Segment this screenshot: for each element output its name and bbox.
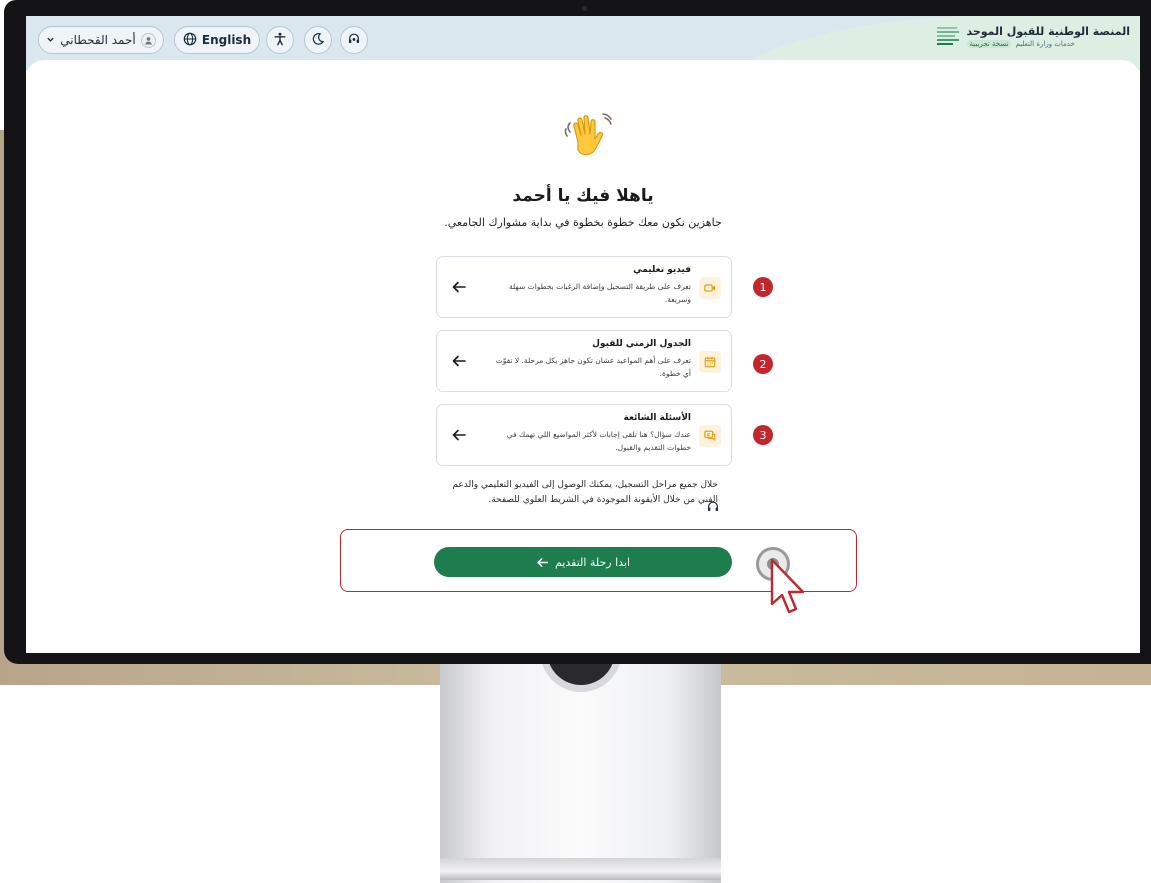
calendar-icon	[699, 351, 721, 373]
platform-subtitle: خدمات وزارة التعليم	[1015, 40, 1075, 48]
step-card-timeline[interactable]: الجدول الزمني للقبول تعرف على أهم المواع…	[436, 330, 732, 392]
welcome-title: ياهلا فيك يا أحمد	[512, 186, 654, 206]
step-description: تعرف على طريقة التسجيل وإضافة الرغبات بخ…	[509, 282, 691, 304]
language-toggle-button[interactable]: English	[174, 26, 260, 54]
platform-brand[interactable]: المنصة الوطنية للقبول الموحد خدمات وزارة…	[935, 25, 1131, 49]
step-title: فيديو تعليمي	[633, 265, 691, 275]
headset-icon	[707, 501, 719, 511]
step-description: تعرف على أهم المواعيد عشان تكون جاهز بكل…	[495, 356, 691, 378]
accessibility-button[interactable]	[266, 26, 294, 54]
user-name: أحمد القحطاني	[60, 33, 136, 47]
step-description: عندك سؤال؟ هنا تلقى إجابات لأكثر المواضي…	[506, 430, 691, 452]
user-avatar-icon	[140, 32, 156, 48]
support-button[interactable]	[340, 26, 368, 54]
help-note: خلال جميع مراحل التسجيل، يمكنك الوصول إل…	[452, 480, 718, 505]
screen: المنصة الوطنية للقبول الموحد خدمات وزارة…	[26, 16, 1140, 653]
platform-title: المنصة الوطنية للقبول الموحد	[966, 25, 1131, 38]
step-number-badge: 1	[753, 277, 773, 297]
chat-icon	[699, 425, 721, 447]
moon-icon	[311, 32, 325, 49]
arrow-left-icon	[452, 355, 466, 367]
waving-hand-icon	[564, 113, 612, 156]
arrow-left-icon	[452, 281, 466, 293]
language-label: English	[201, 33, 252, 47]
welcome-subtitle: جاهزين نكون معك خطوة بخطوة في بداية مشوا…	[444, 216, 722, 229]
headset-icon	[347, 32, 361, 49]
content-top-edge	[26, 60, 1140, 70]
accessibility-icon	[273, 32, 287, 49]
arrow-left-icon	[452, 429, 466, 441]
globe-icon	[183, 32, 197, 49]
step-card-video[interactable]: فيديو تعليمي تعرف على طريقة التسجيل وإضا…	[436, 256, 732, 318]
camera-icon	[582, 6, 587, 11]
user-menu-button[interactable]: أحمد القحطاني	[38, 26, 164, 54]
ministry-logo-icon	[935, 25, 961, 49]
version-badge: نسخة تجريبية	[966, 40, 1012, 48]
step-number-badge: 3	[753, 425, 773, 445]
chevron-down-icon	[46, 33, 55, 47]
brand-text: المنصة الوطنية للقبول الموحد خدمات وزارة…	[966, 25, 1131, 48]
start-application-button[interactable]: ابدا رحلة التقديم	[434, 547, 732, 577]
monitor-stand-base	[440, 858, 721, 880]
step-title: الجدول الزمني للقبول	[592, 339, 691, 349]
video-icon	[699, 277, 721, 299]
scene: المنصة الوطنية للقبول الموحد خدمات وزارة…	[0, 0, 1151, 883]
step-title: الأسئلة الشائعة	[623, 413, 692, 423]
dark-mode-button[interactable]	[304, 26, 332, 54]
top-header: المنصة الوطنية للقبول الموحد خدمات وزارة…	[26, 16, 1140, 70]
step-number-badge: 2	[753, 354, 773, 374]
arrow-left-icon	[536, 557, 549, 567]
step-card-faq[interactable]: الأسئلة الشائعة عندك سؤال؟ هنا تلقى إجاب…	[436, 404, 732, 466]
platform-subtitle-row: خدمات وزارة التعليم نسخة تجريبية	[966, 40, 1131, 48]
mouse-cursor-icon	[770, 558, 805, 614]
cta-label: ابدا رحلة التقديم	[554, 555, 631, 569]
